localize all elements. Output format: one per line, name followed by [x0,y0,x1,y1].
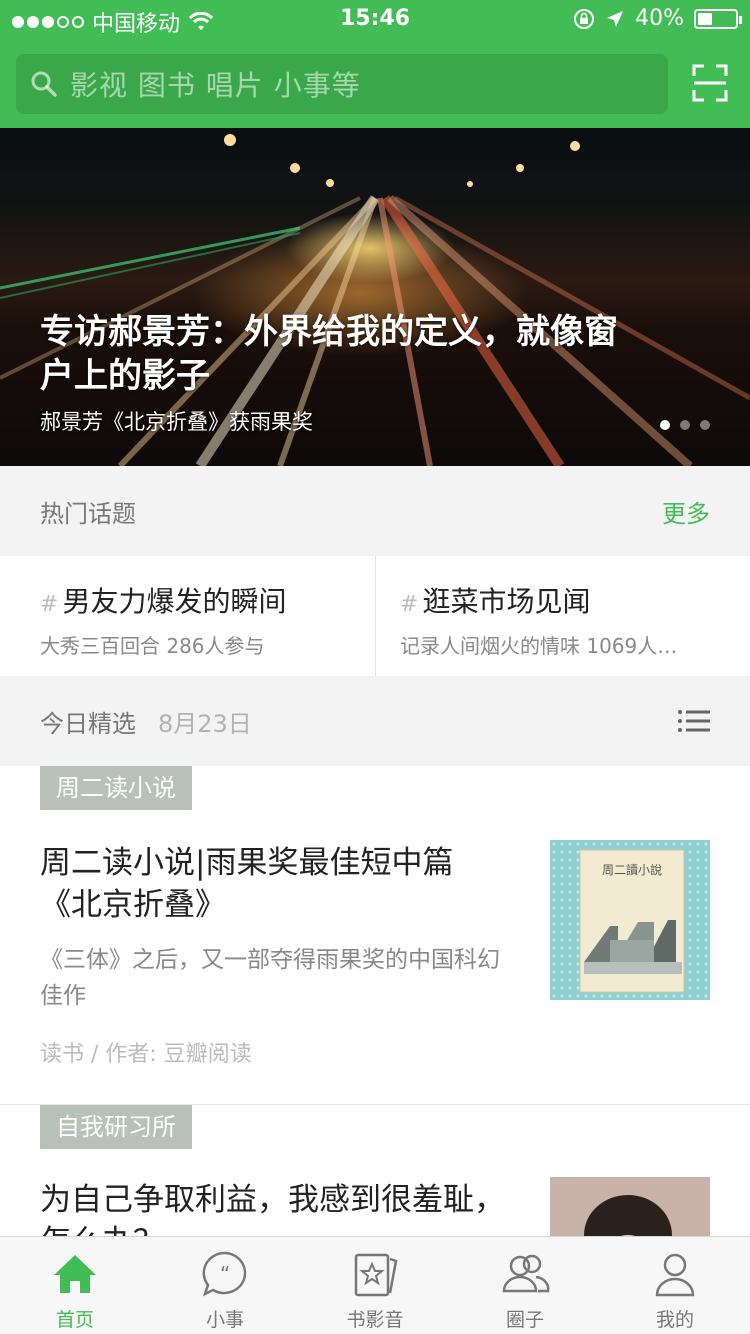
search-icon [31,71,57,97]
card-title: 周二读小说|雨果奖最佳短中篇《北京折叠》 [40,845,454,923]
list-icon[interactable] [678,709,710,733]
hash-icon: # [40,592,59,617]
thumbnail-title: 周二讀小說 [602,862,662,877]
status-right: 40% [573,6,742,31]
tab-label: 圈子 [505,1309,544,1331]
tab-groups[interactable]: 圈子 [450,1237,600,1334]
pager-dot [660,420,670,430]
topic-item[interactable]: # 逛菜市场见闻 记录人间烟火的情味 1069人… [375,556,750,676]
featured-banner[interactable]: 专访郝景芳：外界给我的定义，就像窗户上的影子 郝景芳《北京折叠》获雨果奖 [0,128,750,466]
tab-moments[interactable]: “ 小事 [150,1237,300,1334]
person-icon [655,1253,695,1297]
group-icon [502,1254,550,1293]
search-placeholder: 影视 图书 唱片 小事等 [70,69,361,102]
banner-pager [660,420,710,430]
card-description: 《三体》之后，又一部夺得雨果奖的中国科幻佳作 [40,947,500,1009]
topic-title: 逛菜市场见闻 [422,585,591,618]
home-icon [54,1255,96,1293]
card-meta: 读书 / 作者: 豆瓣阅读 [40,1042,252,1067]
rotation-lock-icon [574,8,595,29]
scan-icon [692,64,728,102]
hash-icon: # [400,592,419,617]
svg-text:“: “ [220,1262,230,1286]
search-input[interactable]: 影视 图书 唱片 小事等 [16,54,668,114]
pager-dot [700,420,710,430]
location-icon [607,10,624,27]
banner-subtitle: 郝景芳《北京折叠》获雨果奖 [40,410,313,434]
tab-books-movies-music[interactable]: 书影音 [300,1237,450,1334]
bottom-tab-bar: 首页 “ 小事 书影音 圈子 我的 [0,1236,750,1334]
battery-icon [694,8,742,29]
card-tag[interactable]: 周二读小说 [40,766,192,810]
banner-title: 专访郝景芳：外界给我的定义，就像窗户上的影子 [40,312,618,396]
scan-button[interactable] [692,64,728,102]
feed-card[interactable]: 自我研习所 为自己争取利益，我感到很羞耻，怎么办？ [0,1105,750,1334]
today-date: 8月23日 [158,709,252,738]
card-thumbnail: 周二讀小說 [550,840,710,1000]
today-label: 今日精选 [40,709,136,738]
tab-label: 首页 [55,1309,94,1331]
pager-dot [680,420,690,430]
tab-home[interactable]: 首页 [0,1237,150,1334]
today-picks-header: 今日精选 8月23日 [0,676,750,766]
tab-label: 我的 [655,1309,694,1331]
card-tag[interactable]: 自我研习所 [40,1105,192,1149]
star-card-icon [354,1253,398,1297]
status-bar: 中国移动 15:46 40% [0,0,750,40]
tab-label: 小事 [205,1309,244,1331]
hot-topics-header: 热门话题 更多 [0,466,750,556]
chat-quote-icon: “ [202,1251,247,1297]
app-header: 中国移动 15:46 40% 影视 图书 唱片 小事等 [0,0,750,128]
topic-item[interactable]: # 男友力爆发的瞬间 大秀三百回合 286人参与 [0,556,375,676]
topic-title: 男友力爆发的瞬间 [62,585,287,618]
battery-percent: 40% [635,6,684,31]
tab-label: 书影音 [346,1309,404,1331]
feed-card[interactable]: 周二读小说 周二读小说|雨果奖最佳短中篇《北京折叠》 《三体》之后，又一部夺得雨… [0,766,750,1104]
tab-mine[interactable]: 我的 [600,1237,750,1334]
topic-subtitle: 记录人间烟火的情味 1069人… [400,634,678,658]
hot-topics-label: 热门话题 [40,499,136,528]
more-link[interactable]: 更多 [662,494,710,529]
topic-subtitle: 大秀三百回合 286人参与 [40,634,265,658]
hot-topics-list: # 男友力爆发的瞬间 大秀三百回合 286人参与 # 逛菜市场见闻 记录人间烟火… [0,556,750,676]
